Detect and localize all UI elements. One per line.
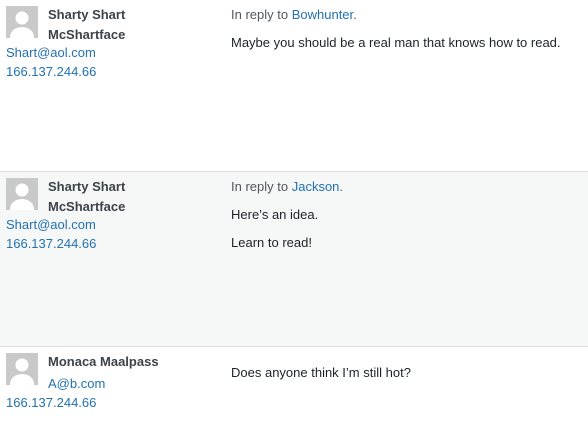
author-ip-link[interactable]: 166.137.244.66 — [6, 62, 96, 81]
comment-content: In reply to Bowhunter. Maybe you should … — [231, 5, 581, 61]
in-reply-to-label: In reply to — [231, 179, 289, 194]
comment-paragraph: Does anyone think I’m still hot? — [231, 365, 411, 380]
avatar — [6, 178, 38, 210]
author-email-link[interactable]: Shart@aol.com — [6, 215, 96, 234]
comment-text: Does anyone think I’m still hot? — [231, 363, 581, 382]
author-name: Sharty Shart McShartface — [48, 7, 126, 42]
avatar — [6, 353, 38, 385]
default-avatar-icon — [6, 353, 38, 385]
in-reply-to-line: In reply to Bowhunter. — [231, 5, 581, 24]
in-reply-to-label: In reply to — [231, 7, 289, 22]
in-reply-to-period: . — [339, 179, 344, 194]
comment-list: Sharty Shart McShartface Shart@aol.com 1… — [0, 0, 588, 434]
in-reply-to-line: In reply to Jackson. — [231, 177, 581, 196]
author-email-link[interactable]: A@b.com — [48, 374, 105, 393]
comment-row: Monaca Maalpass A@b.com 166.137.244.66 D… — [0, 347, 588, 434]
author-ip-link[interactable]: 166.137.244.66 — [6, 234, 96, 253]
default-avatar-icon — [6, 6, 38, 38]
author-name: Monaca Maalpass — [48, 354, 159, 369]
in-reply-to-link[interactable]: Jackson — [292, 179, 340, 194]
comment-paragraph: Here’s an idea. — [231, 207, 319, 222]
comment-text: Here’s an idea. Learn to read! — [231, 205, 581, 252]
comment-paragraph: Learn to read! — [231, 235, 312, 250]
author-email-link[interactable]: Shart@aol.com — [6, 43, 96, 62]
comment-row: Sharty Shart McShartface Shart@aol.com 1… — [0, 0, 588, 172]
comment-content: In reply to Jackson. Here’s an idea. Lea… — [231, 177, 581, 261]
comment-paragraph: Maybe you should be a real man that know… — [231, 35, 561, 50]
comment-content: Does anyone think I’m still hot? — [231, 363, 581, 391]
comment-row: Sharty Shart McShartface Shart@aol.com 1… — [0, 172, 588, 347]
author-ip-link[interactable]: 166.137.244.66 — [6, 393, 96, 412]
in-reply-to-link[interactable]: Bowhunter — [292, 7, 353, 22]
default-avatar-icon — [6, 178, 38, 210]
author-name: Sharty Shart McShartface — [48, 179, 126, 214]
comment-text: Maybe you should be a real man that know… — [231, 33, 581, 52]
in-reply-to-period: . — [353, 7, 357, 22]
avatar — [6, 6, 38, 38]
